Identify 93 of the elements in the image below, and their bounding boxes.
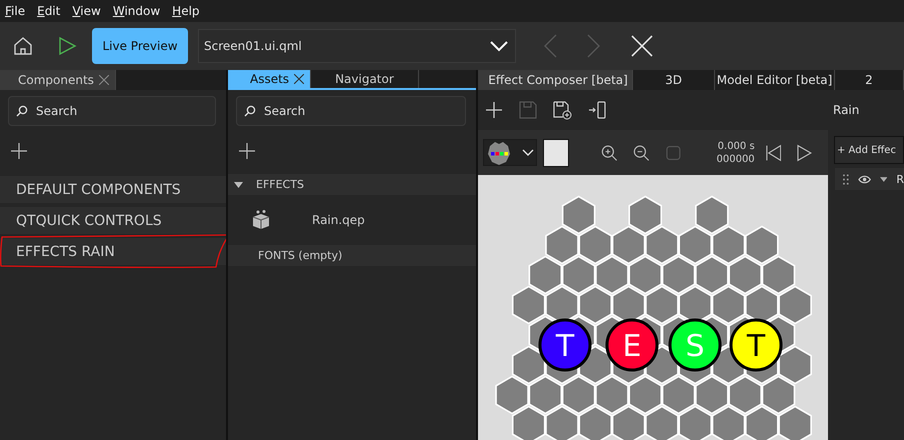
hexagon xyxy=(612,226,646,264)
hexagon xyxy=(578,286,612,324)
hexagon xyxy=(695,196,729,234)
search-field[interactable]: Search xyxy=(8,96,216,126)
home-icon[interactable] xyxy=(12,35,34,57)
hexagon xyxy=(545,226,579,264)
search-icon xyxy=(244,105,256,117)
hexagon xyxy=(678,406,712,440)
hexagon xyxy=(778,346,812,384)
add-icon[interactable] xyxy=(10,142,28,160)
hexagon xyxy=(628,376,662,414)
menu-item[interactable]: File xyxy=(5,4,26,18)
hexagon xyxy=(662,376,696,414)
hexagon xyxy=(512,286,546,324)
thumbnail-drawing xyxy=(486,140,512,166)
hexagon xyxy=(562,196,596,234)
hexagon xyxy=(512,346,546,384)
arrow-into-panel-icon[interactable] xyxy=(588,101,607,119)
hexagon xyxy=(745,406,779,440)
close-icon[interactable] xyxy=(294,74,304,84)
menu-item[interactable]: Window xyxy=(112,4,160,18)
hexagon xyxy=(728,256,762,294)
hexagon xyxy=(528,376,562,414)
letter-circle: S xyxy=(668,318,722,372)
hexagon xyxy=(745,226,779,264)
letter-circle: E xyxy=(606,318,658,372)
box-icon xyxy=(250,209,272,231)
restart-icon[interactable] xyxy=(764,144,782,162)
hexagon xyxy=(645,406,679,440)
search-icon xyxy=(16,105,28,117)
letter-circle: T xyxy=(730,318,782,372)
zoom-out-icon[interactable] xyxy=(633,144,650,162)
add-icon[interactable] xyxy=(238,142,256,160)
effect-title: Rain xyxy=(833,103,860,117)
hexagon xyxy=(728,376,762,414)
hexagon xyxy=(695,376,729,414)
zoom-in-icon[interactable] xyxy=(600,144,618,162)
hexagon xyxy=(595,376,629,414)
eye-icon[interactable] xyxy=(858,174,871,184)
hexagon xyxy=(578,406,612,440)
hexagon xyxy=(578,226,612,264)
hexagon xyxy=(662,256,696,294)
section-header[interactable]: EFFECTS xyxy=(228,174,476,195)
panel-tab[interactable]: Model Editor [beta] xyxy=(715,70,835,90)
hexagon xyxy=(628,196,662,234)
caret-icon[interactable] xyxy=(880,176,888,182)
hexagon xyxy=(762,376,796,414)
hexagon xyxy=(712,226,746,264)
hexagon xyxy=(778,406,812,440)
hexagon xyxy=(678,226,712,264)
save-as-icon[interactable] xyxy=(553,100,572,120)
menu-item[interactable]: View xyxy=(72,4,101,18)
play-icon[interactable] xyxy=(797,144,812,162)
time-readout: 0.000 s xyxy=(718,140,755,152)
hexagon xyxy=(528,256,562,294)
hexagon xyxy=(595,256,629,294)
live-preview-button[interactable]: Live Preview xyxy=(92,28,188,64)
file-dropdown[interactable]: Screen01.ui.qml xyxy=(198,29,516,63)
effect-node-row[interactable]: R xyxy=(835,168,904,190)
hexagon xyxy=(712,286,746,324)
hexagon xyxy=(778,286,812,324)
hexagon xyxy=(562,256,596,294)
chevron-down-icon xyxy=(489,40,509,52)
background-color-swatch[interactable] xyxy=(542,138,569,166)
add-icon[interactable] xyxy=(485,101,503,119)
panel-tab[interactable]: Assets xyxy=(228,70,312,88)
asset-item[interactable]: Rain.qep xyxy=(228,195,476,245)
hexagon xyxy=(695,256,729,294)
panel-tab[interactable]: Effect Composer [beta] xyxy=(478,70,634,90)
section-header[interactable]: FONTS (empty) xyxy=(228,245,476,266)
letter-circle: T xyxy=(538,318,592,372)
caret-icon[interactable] xyxy=(234,182,243,188)
hexagon xyxy=(645,226,679,264)
hexagon xyxy=(545,406,579,440)
hexagon xyxy=(762,256,796,294)
category-item[interactable]: QTQUICK CONTROLS xyxy=(0,207,226,234)
hexagon xyxy=(628,256,662,294)
add-effect-button[interactable]: + Add Effec xyxy=(834,136,904,164)
hexagon xyxy=(645,286,679,324)
menu-item[interactable]: Edit xyxy=(37,4,60,18)
menu-item[interactable]: Help xyxy=(172,4,200,18)
hexagon xyxy=(512,406,546,440)
panel-tab[interactable]: Components xyxy=(0,70,116,90)
category-item[interactable]: DEFAULT COMPONENTS xyxy=(0,176,226,203)
hexagon xyxy=(562,376,596,414)
hexagon xyxy=(495,376,529,414)
preview-image-dropdown[interactable] xyxy=(483,139,537,166)
hexagon xyxy=(712,406,746,440)
hexagon xyxy=(612,406,646,440)
drag-handle-icon[interactable] xyxy=(843,174,849,184)
frame-readout: 000000 xyxy=(716,152,755,166)
search-field[interactable]: Search xyxy=(236,96,466,126)
chevron-down-icon xyxy=(522,148,534,156)
